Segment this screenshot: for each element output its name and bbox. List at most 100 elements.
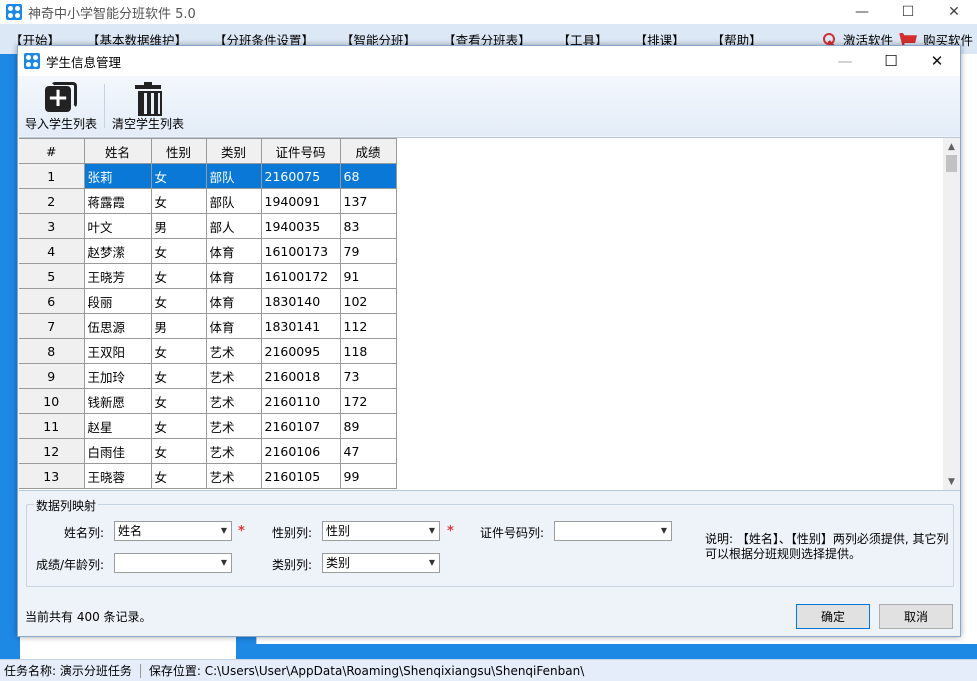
gender-cell[interactable]: 女 <box>151 413 207 439</box>
category-cell[interactable]: 体育 <box>206 238 262 264</box>
scroll-up-arrow-icon[interactable]: ▲ <box>943 138 960 155</box>
column-header-name[interactable]: 姓名 <box>84 138 152 164</box>
score-cell[interactable]: 118 <box>340 338 397 364</box>
row-index[interactable]: 12 <box>19 438 85 464</box>
student-grid[interactable]: # 姓名 性别 类别 证件号码 成绩 1 张莉女部队 2160075 68 2 蒋露霞女部… <box>19 137 960 491</box>
score-column-select[interactable]: ▼ <box>114 553 232 573</box>
scroll-thumb[interactable] <box>946 155 957 172</box>
clear-students-button[interactable]: 清空学生列表 <box>105 76 191 136</box>
student-name-cell[interactable]: 蒋露霞 <box>84 188 152 214</box>
table-row[interactable]: 2 蒋露霞女部队 1940091 137 <box>19 188 397 214</box>
table-row[interactable]: 5 王晓芳女体育 16100172 91 <box>19 263 397 289</box>
row-index[interactable]: 7 <box>19 313 85 339</box>
row-index[interactable]: 5 <box>19 263 85 289</box>
row-index[interactable]: 13 <box>19 463 85 489</box>
column-header-index[interactable]: # <box>19 138 85 164</box>
category-cell[interactable]: 艺术 <box>206 388 262 414</box>
table-row[interactable]: 13 王晓蓉女艺术 2160105 99 <box>19 463 397 489</box>
score-cell[interactable]: 68 <box>340 163 397 189</box>
column-header-category[interactable]: 类别 <box>206 138 262 164</box>
student-name-cell[interactable]: 王加玲 <box>84 363 152 389</box>
gender-cell[interactable]: 女 <box>151 263 207 289</box>
score-cell[interactable]: 47 <box>340 438 397 464</box>
gender-cell[interactable]: 女 <box>151 163 207 189</box>
student-name-cell[interactable]: 王晓蓉 <box>84 463 152 489</box>
category-cell[interactable]: 体育 <box>206 263 262 289</box>
row-index[interactable]: 11 <box>19 413 85 439</box>
score-cell[interactable]: 99 <box>340 463 397 489</box>
table-row[interactable]: 8 王双阳女艺术 2160095 118 <box>19 338 397 364</box>
gender-cell[interactable]: 女 <box>151 363 207 389</box>
gender-cell[interactable]: 男 <box>151 313 207 339</box>
gender-column-select[interactable]: 性别 ▼ <box>322 521 440 541</box>
category-cell[interactable]: 体育 <box>206 288 262 314</box>
student-name-cell[interactable]: 张莉 <box>84 163 152 189</box>
row-index[interactable]: 9 <box>19 363 85 389</box>
score-cell[interactable]: 89 <box>340 413 397 439</box>
student-name-cell[interactable]: 王晓芳 <box>84 263 152 289</box>
row-index[interactable]: 6 <box>19 288 85 314</box>
gender-cell[interactable]: 女 <box>151 188 207 214</box>
row-index[interactable]: 4 <box>19 238 85 264</box>
id-number-cell[interactable]: 1940035 <box>261 213 341 239</box>
category-cell[interactable]: 体育 <box>206 313 262 339</box>
gender-cell[interactable]: 女 <box>151 288 207 314</box>
id-number-cell[interactable]: 2160095 <box>261 338 341 364</box>
table-row[interactable]: 11 赵星女艺术 2160107 89 <box>19 413 397 439</box>
score-cell[interactable]: 172 <box>340 388 397 414</box>
student-name-cell[interactable]: 王双阳 <box>84 338 152 364</box>
row-index[interactable]: 2 <box>19 188 85 214</box>
row-index[interactable]: 1 <box>19 163 85 189</box>
gender-cell[interactable]: 女 <box>151 463 207 489</box>
gender-cell[interactable]: 女 <box>151 438 207 464</box>
column-header-score[interactable]: 成绩 <box>340 138 397 164</box>
id-number-cell[interactable]: 2160107 <box>261 413 341 439</box>
score-cell[interactable]: 112 <box>340 313 397 339</box>
table-row[interactable]: 3 叶文男部人 1940035 83 <box>19 213 397 239</box>
id-column-select[interactable]: ▼ <box>554 521 672 541</box>
score-cell[interactable]: 137 <box>340 188 397 214</box>
app-close-button[interactable]: ✕ <box>931 0 977 24</box>
column-header-gender[interactable]: 性别 <box>151 138 207 164</box>
app-maximize-button[interactable]: ☐ <box>885 0 931 24</box>
category-cell[interactable]: 艺术 <box>206 413 262 439</box>
table-row[interactable]: 4 赵梦潆女体育 16100173 79 <box>19 238 397 264</box>
id-number-cell[interactable]: 2160110 <box>261 388 341 414</box>
scroll-down-arrow-icon[interactable]: ▼ <box>943 473 960 490</box>
score-cell[interactable]: 73 <box>340 363 397 389</box>
name-column-select[interactable]: 姓名 ▼ <box>114 521 232 541</box>
student-name-cell[interactable]: 伍思源 <box>84 313 152 339</box>
gender-cell[interactable]: 女 <box>151 388 207 414</box>
category-cell[interactable]: 艺术 <box>206 363 262 389</box>
student-name-cell[interactable]: 叶文 <box>84 213 152 239</box>
score-cell[interactable]: 79 <box>340 238 397 264</box>
id-number-cell[interactable]: 2160018 <box>261 363 341 389</box>
student-name-cell[interactable]: 白雨佳 <box>84 438 152 464</box>
score-cell[interactable]: 91 <box>340 263 397 289</box>
id-number-cell[interactable]: 1830140 <box>261 288 341 314</box>
table-row[interactable]: 12 白雨佳女艺术 2160106 47 <box>19 438 397 464</box>
category-cell[interactable]: 艺术 <box>206 438 262 464</box>
grid-vertical-scrollbar[interactable]: ▲ ▼ <box>943 138 960 490</box>
dialog-titlebar[interactable]: 学生信息管理 — ☐ ✕ <box>18 46 960 76</box>
import-students-button[interactable]: 导入学生列表 <box>18 76 104 136</box>
score-cell[interactable]: 102 <box>340 288 397 314</box>
table-row[interactable]: 1 张莉女部队 2160075 68 <box>19 163 397 189</box>
table-row[interactable]: 7 伍思源男体育 1830141 112 <box>19 313 397 339</box>
gender-cell[interactable]: 女 <box>151 238 207 264</box>
id-number-cell[interactable]: 16100172 <box>261 263 341 289</box>
id-number-cell[interactable]: 2160105 <box>261 463 341 489</box>
category-cell[interactable]: 部队 <box>206 188 262 214</box>
dialog-close-button[interactable]: ✕ <box>914 46 960 76</box>
score-cell[interactable]: 83 <box>340 213 397 239</box>
gender-cell[interactable]: 女 <box>151 338 207 364</box>
id-number-cell[interactable]: 2160075 <box>261 163 341 189</box>
student-name-cell[interactable]: 钱新愿 <box>84 388 152 414</box>
table-row[interactable]: 9 王加玲女艺术 2160018 73 <box>19 363 397 389</box>
id-number-cell[interactable]: 1830141 <box>261 313 341 339</box>
app-minimize-button[interactable]: — <box>839 0 885 24</box>
student-name-cell[interactable]: 赵梦潆 <box>84 238 152 264</box>
row-index[interactable]: 3 <box>19 213 85 239</box>
dialog-maximize-button[interactable]: ☐ <box>868 46 914 76</box>
id-number-cell[interactable]: 1940091 <box>261 188 341 214</box>
